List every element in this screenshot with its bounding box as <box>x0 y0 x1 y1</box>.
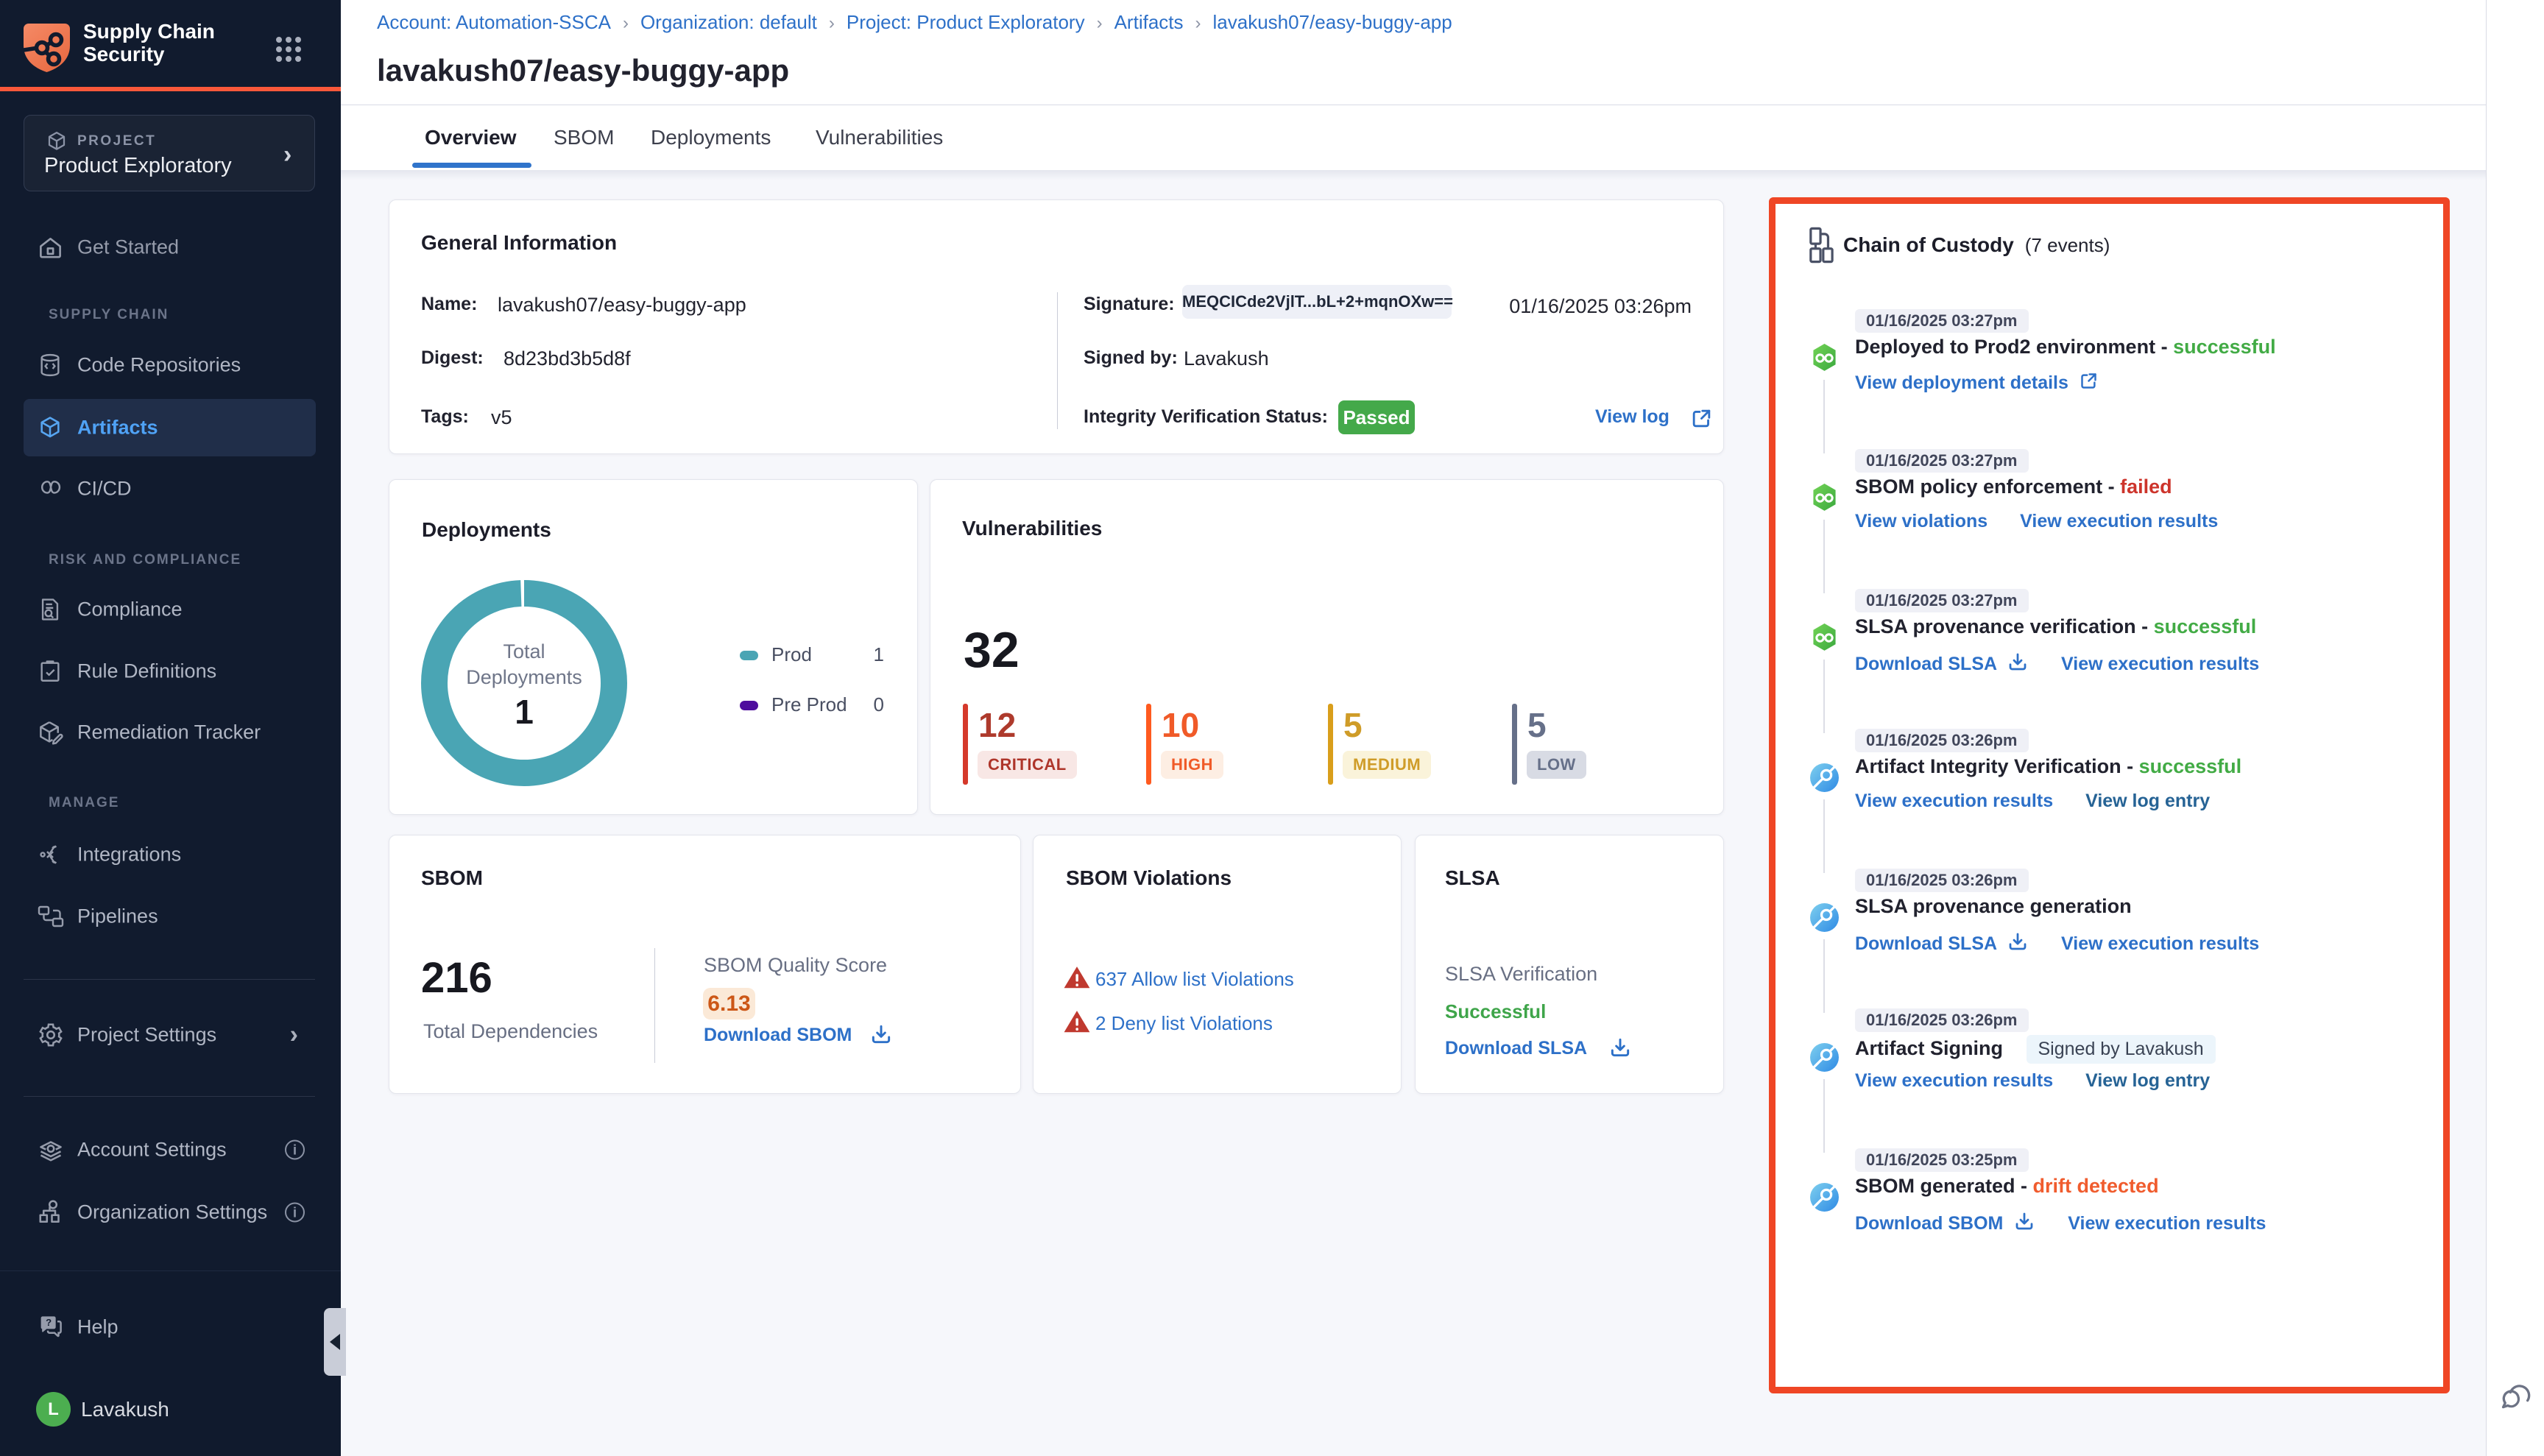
svg-text:?: ? <box>46 1317 52 1328</box>
